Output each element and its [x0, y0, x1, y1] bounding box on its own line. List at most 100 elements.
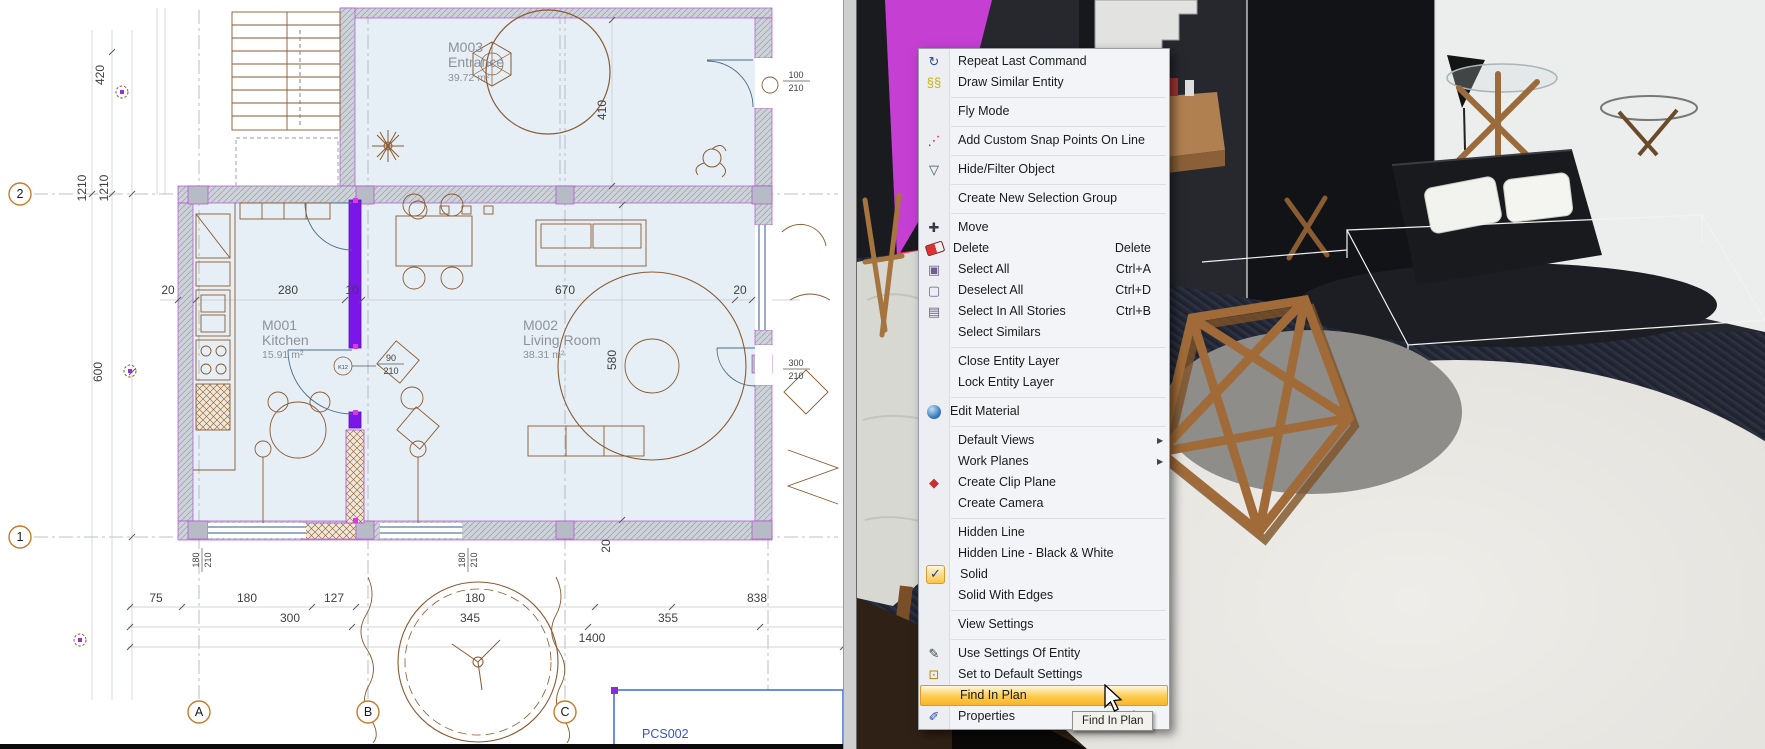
menu-separator — [919, 209, 1169, 217]
menu-item-label: Close Entity Layer — [949, 351, 1151, 372]
dimension-label: 600 — [91, 362, 105, 382]
svg-text:M003: M003 — [448, 39, 483, 55]
door-size: 210 — [469, 552, 479, 567]
menu-item-label: Move — [949, 217, 1151, 238]
door-size: 180 — [457, 552, 467, 567]
dimension-label: 280 — [278, 283, 298, 297]
dimension-label: 410 — [595, 100, 609, 120]
svg-text:M002: M002 — [523, 317, 558, 333]
sheet-edge-line — [0, 744, 843, 749]
menu-item-repeat-last-command[interactable]: ↻Repeat Last Command — [919, 51, 1169, 72]
floor-plan-canvas[interactable]: 420 1210 1210 600 20 280 10 670 20 410 5… — [0, 0, 843, 749]
menu-item-set-to-default-settings[interactable]: ⊡Set to Default Settings — [919, 664, 1169, 685]
menu-item-delete[interactable]: DeleteDelete — [919, 238, 1169, 259]
properties-icon: ✐ — [919, 706, 949, 727]
door-size: 100 — [788, 70, 803, 80]
menu-item-find-in-plan[interactable]: Find In Plan — [920, 685, 1168, 706]
menu-item-label: Create Camera — [949, 493, 1151, 514]
menu-separator — [919, 606, 1169, 614]
menu-item-label: Delete — [944, 238, 1115, 259]
menu-item-label: Draw Similar Entity — [949, 72, 1151, 93]
context-menu: ↻Repeat Last Command§§Draw Similar Entit… — [918, 48, 1170, 730]
menu-item-label: Hidden Line - Black & White — [949, 543, 1151, 564]
door-size: 180 — [191, 552, 201, 567]
dimension-label: 20 — [161, 283, 175, 297]
material-sphere-icon — [927, 405, 941, 419]
menu-item-select-all[interactable]: ▣Select AllCtrl+A — [919, 259, 1169, 280]
menu-item-edit-material[interactable]: Edit Material — [919, 401, 1169, 422]
menu-item-fly-mode[interactable]: Fly Mode — [919, 101, 1169, 122]
menu-separator — [919, 93, 1169, 101]
door-size: 300 — [788, 358, 803, 368]
svg-text:Kitchen: Kitchen — [262, 332, 309, 348]
menu-item-shortcut: Delete — [1115, 238, 1157, 259]
submenu-arrow-icon: ▶ — [1157, 451, 1169, 472]
menu-item-label: Default Views — [949, 430, 1151, 451]
menu-item-label: View Settings — [949, 614, 1151, 635]
menu-item-close-entity-layer[interactable]: Close Entity Layer — [919, 351, 1169, 372]
menu-item-create-camera[interactable]: Create Camera — [919, 493, 1169, 514]
menu-item-solid-with-edges[interactable]: Solid With Edges — [919, 585, 1169, 606]
menu-item-create-clip-plane[interactable]: ◆Create Clip Plane — [919, 472, 1169, 493]
dimension-label: 345 — [460, 611, 480, 625]
dimension-label: 580 — [605, 350, 619, 370]
move-icon: ✚ — [919, 217, 949, 238]
door-marker-id: K12 — [338, 365, 348, 371]
door-size: 90 — [386, 353, 396, 363]
menu-item-label: Hide/Filter Object — [949, 159, 1151, 180]
dimension-label: 355 — [658, 611, 678, 625]
menu-item-label: Select In All Stories — [949, 301, 1116, 322]
svg-text:39.72 m²: 39.72 m² — [448, 72, 490, 84]
menu-item-solid[interactable]: ✓ Solid — [919, 564, 1169, 585]
menu-item-hide-filter-object[interactable]: ▽Hide/Filter Object — [919, 159, 1169, 180]
dimension-label: 20 — [599, 539, 613, 553]
application-window: 420 1210 1210 600 20 280 10 670 20 410 5… — [0, 0, 1765, 749]
menu-item-work-planes[interactable]: Work Planes▶ — [919, 451, 1169, 472]
menu-item-draw-similar-entity[interactable]: §§Draw Similar Entity — [919, 72, 1169, 93]
menu-item-label: Solid — [951, 564, 1151, 585]
draw-similar-icon: §§ — [919, 72, 949, 93]
menu-item-shortcut: Ctrl+B — [1116, 301, 1157, 322]
menu-separator — [919, 122, 1169, 130]
menu-item-select-similars[interactable]: Select Similars — [919, 322, 1169, 343]
menu-separator — [919, 180, 1169, 188]
mouse-cursor — [1104, 684, 1126, 719]
menu-item-label: Hidden Line — [949, 522, 1151, 543]
filter-icon: ▽ — [919, 159, 949, 180]
pane-divider[interactable] — [843, 0, 857, 749]
menu-separator — [919, 151, 1169, 159]
menu-item-add-custom-snap-points-on-line[interactable]: ⋰Add Custom Snap Points On Line — [919, 130, 1169, 151]
menu-item-label: Edit Material — [941, 401, 1151, 422]
menu-item-use-settings-of-entity[interactable]: ✎Use Settings Of Entity — [919, 643, 1169, 664]
door-size: 210 — [383, 366, 398, 376]
floor-plan-pane[interactable]: 420 1210 1210 600 20 280 10 670 20 410 5… — [0, 0, 843, 749]
sheet-title-block[interactable]: PCS002 — [611, 687, 843, 749]
menu-item-label: Add Custom Snap Points On Line — [949, 130, 1151, 151]
menu-item-move[interactable]: ✚Move — [919, 217, 1169, 238]
menu-item-deselect-all[interactable]: ▢Deselect AllCtrl+D — [919, 280, 1169, 301]
menu-item-hidden-line[interactable]: Hidden Line — [919, 522, 1169, 543]
repeat-command-icon: ↻ — [919, 51, 949, 72]
menu-item-label: Solid With Edges — [949, 585, 1151, 606]
menu-separator — [919, 422, 1169, 430]
svg-text:38.31 m²: 38.31 m² — [523, 349, 565, 361]
menu-item-create-new-selection-group[interactable]: Create New Selection Group — [919, 188, 1169, 209]
menu-item-select-in-all-stories[interactable]: ▤Select In All StoriesCtrl+B — [919, 301, 1169, 322]
menu-item-lock-entity-layer[interactable]: Lock Entity Layer — [919, 372, 1169, 393]
menu-item-default-views[interactable]: Default Views▶ — [919, 430, 1169, 451]
dimension-label: 20 — [733, 283, 747, 297]
menu-item-label: Create New Selection Group — [949, 188, 1151, 209]
staircase — [232, 12, 340, 186]
dimension-label: 300 — [280, 611, 300, 625]
dimension-label: 180 — [237, 591, 257, 605]
menu-item-view-settings[interactable]: View Settings — [919, 614, 1169, 635]
door-size: 210 — [203, 552, 213, 567]
dimension-label: 670 — [555, 283, 575, 297]
dimension-label: 420 — [93, 65, 107, 85]
dimension-label: 1400 — [579, 631, 606, 645]
menu-item-label: Deselect All — [949, 280, 1115, 301]
menu-separator — [919, 635, 1169, 643]
checkmark-icon: ✓ — [926, 565, 945, 584]
menu-item-label: Create Clip Plane — [949, 472, 1151, 493]
menu-item-hidden-line-black-white[interactable]: Hidden Line - Black & White — [919, 543, 1169, 564]
